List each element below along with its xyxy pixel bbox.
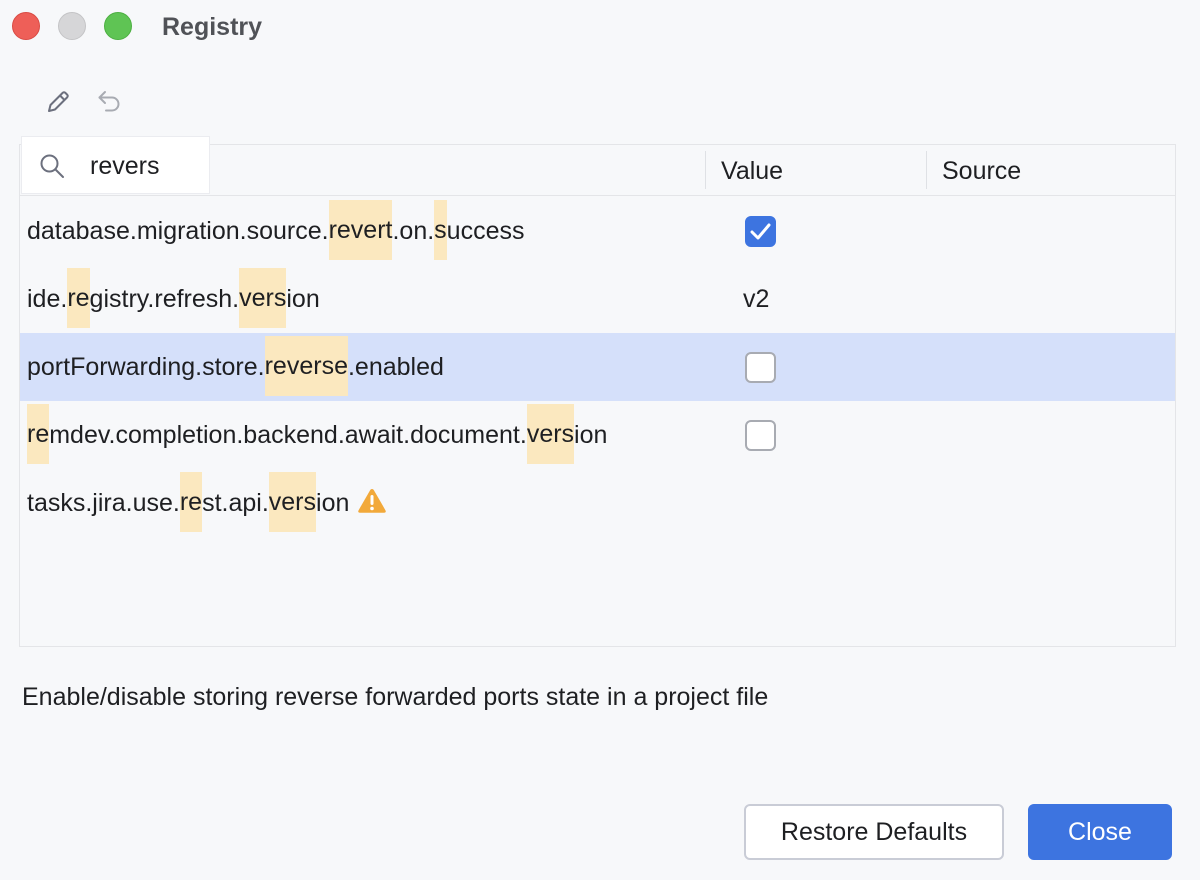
edit-button[interactable]	[40, 84, 76, 120]
close-button[interactable]: Close	[1028, 804, 1172, 860]
key-text: ion	[574, 421, 608, 449]
key-text: ion	[286, 285, 320, 313]
key-text: .enabled	[347, 353, 444, 381]
match-highlight: re	[27, 404, 50, 465]
value-text[interactable]: v2	[743, 265, 769, 333]
window-maximize-button[interactable]	[104, 12, 132, 40]
column-header-value[interactable]: Value	[721, 155, 783, 187]
description-text: Enable/disable storing reverse forwarded…	[22, 683, 769, 711]
match-highlight: vers	[239, 268, 287, 329]
match-highlight: reverse	[264, 336, 348, 397]
key-text: uccess	[446, 217, 525, 245]
match-highlight: s	[434, 200, 447, 261]
table-row[interactable]: remdev.completion.backend.await.document…	[20, 401, 1175, 469]
registry-table: Value Source database.migration.source.r…	[19, 144, 1176, 647]
registry-key: ide.registry.refresh.version	[27, 265, 320, 333]
key-text: gistry.refresh.	[89, 285, 240, 313]
key-text: ion	[316, 489, 350, 517]
registry-key: portForwarding.store.reverse.enabled	[27, 333, 444, 401]
registry-key: database.migration.source.revert.on.succ…	[27, 197, 524, 265]
value-checkbox[interactable]	[745, 420, 776, 451]
table-row-selected[interactable]: portForwarding.store.reverse.enabled	[20, 333, 1175, 401]
registry-key: remdev.completion.backend.await.document…	[27, 401, 607, 469]
table-row[interactable]: tasks.jira.use.rest.api.version	[20, 469, 1175, 537]
table-row[interactable]: database.migration.source.revert.on.succ…	[20, 197, 1175, 265]
column-divider[interactable]	[926, 151, 927, 189]
key-text: .on.	[392, 217, 435, 245]
column-header-source[interactable]: Source	[942, 155, 1021, 187]
registry-key: tasks.jira.use.rest.api.version	[27, 469, 387, 537]
match-highlight: vers	[268, 472, 317, 533]
key-text: st.api.	[202, 489, 269, 517]
search-input[interactable]	[90, 149, 205, 183]
match-highlight: re	[67, 268, 90, 329]
key-text: tasks.jira.use.	[27, 489, 180, 517]
value-checkbox[interactable]	[745, 216, 776, 247]
match-highlight: revert	[328, 200, 393, 261]
checkmark-icon	[750, 223, 771, 240]
search-icon	[40, 154, 64, 178]
match-highlight: re	[179, 472, 203, 533]
column-divider[interactable]	[705, 151, 706, 189]
window-close-button[interactable]	[12, 12, 40, 40]
undo-button[interactable]	[92, 84, 128, 120]
title-bar: Registry	[0, 0, 1200, 56]
key-text: ide.	[27, 285, 68, 313]
table-row[interactable]: ide.registry.refresh.version v2	[20, 265, 1175, 333]
key-text: mdev.completion.backend.await.document.	[49, 421, 527, 449]
restore-defaults-button[interactable]: Restore Defaults	[744, 804, 1004, 860]
warning-icon	[358, 489, 387, 514]
window-title: Registry	[162, 13, 263, 41]
key-text: portForwarding.store.	[27, 353, 265, 381]
search-field[interactable]	[21, 136, 210, 194]
value-checkbox[interactable]	[745, 352, 776, 383]
match-highlight: vers	[526, 404, 575, 465]
pencil-icon	[48, 91, 69, 112]
key-text: database.migration.source.	[27, 217, 329, 245]
undo-icon	[98, 91, 120, 112]
window-minimize-button[interactable]	[58, 12, 86, 40]
